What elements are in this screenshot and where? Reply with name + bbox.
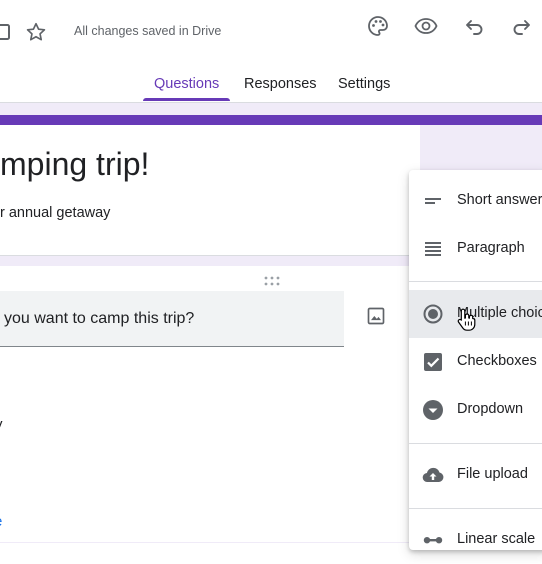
menu-divider [409,281,542,282]
tab-settings[interactable]: Settings [338,76,390,92]
menu-item-label: Linear scale [457,531,536,547]
menu-divider [409,508,542,509]
active-tab-indicator [143,98,230,101]
folder-icon[interactable] [0,23,12,41]
top-bar: All changes saved in Drive Questions Res… [0,0,542,102]
accent-band [0,115,542,125]
dropdown-icon [421,398,445,422]
menu-item-linear-scale[interactable]: Linear scale [409,516,542,564]
menu-item-file-upload[interactable]: File upload [409,451,542,499]
add-image-icon[interactable] [366,306,386,326]
form-description[interactable]: r annual getaway [0,205,110,221]
linear-scale-icon [421,528,445,552]
menu-item-dropdown[interactable]: Dropdown [409,386,542,434]
form-title-card[interactable] [0,115,420,256]
save-status: All changes saved in Drive [74,24,222,38]
question-type-menu: Short answer Paragraph Multiple choice C… [409,170,542,550]
menu-item-label: Dropdown [457,401,524,417]
menu-item-label: Paragraph [457,240,525,256]
menu-item-paragraph[interactable]: Paragraph [409,225,542,273]
menu-item-label: Short answer [457,192,542,208]
drag-handle-icon[interactable] [263,273,281,286]
preview-eye-icon[interactable] [414,14,438,38]
menu-divider [409,443,542,444]
tab-questions[interactable]: Questions [154,76,219,92]
checkbox-icon [421,350,445,374]
question-title-text: you want to camp this trip? [4,310,195,327]
paragraph-icon [421,237,445,261]
option-label-fragment: y [0,416,3,433]
undo-icon[interactable] [462,14,486,38]
menu-item-label: Checkboxes [457,353,537,369]
menu-item-label: File upload [457,466,528,482]
palette-icon[interactable] [366,14,390,38]
cloud-upload-icon [421,463,445,487]
radio-button-icon [421,302,445,326]
star-icon[interactable] [25,21,47,43]
tab-responses[interactable]: Responses [244,76,317,92]
short-answer-icon [421,189,445,213]
menu-item-checkboxes[interactable]: Checkboxes [409,338,542,386]
add-option-link-fragment[interactable]: e [0,513,2,530]
hand-cursor-icon [456,307,478,331]
menu-item-short-answer[interactable]: Short answer [409,177,542,225]
form-title[interactable]: mping trip! [0,146,149,183]
redo-icon[interactable] [510,14,534,38]
